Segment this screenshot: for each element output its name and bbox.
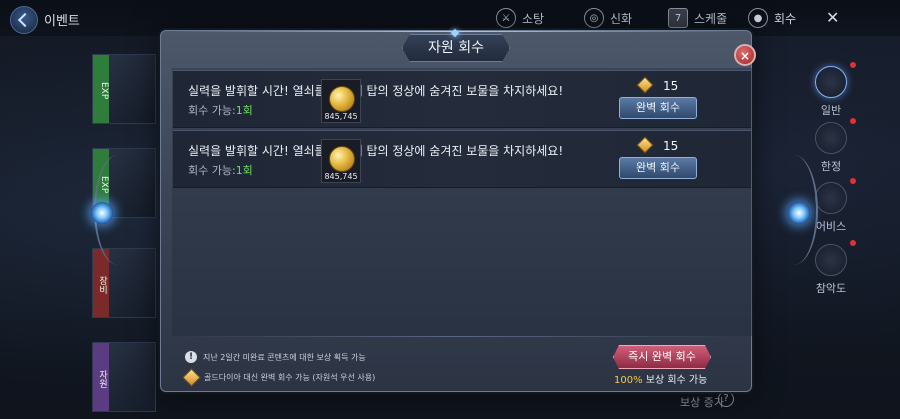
nav-myth[interactable]: ◎ 신화 [584, 8, 632, 28]
hell-icon [815, 244, 847, 276]
tab-hell[interactable]: 참악도 [805, 244, 857, 296]
row-cost: 15 [636, 76, 679, 94]
store-icon: ⚔ [496, 8, 516, 28]
reward-quantity: 845,745 [324, 172, 358, 181]
tab-abyss-label: 어비스 [815, 220, 847, 233]
tab-limited-label: 한정 [820, 160, 842, 173]
gold-note: 골드다이아 대신 완벽 회수 가능 (자원석 우선 사용) [182, 368, 376, 387]
nav-myth-label: 신화 [610, 11, 633, 26]
notification-dot [850, 178, 856, 184]
row-cost-value: 15 [663, 79, 679, 93]
event-card[interactable]: EXP [92, 54, 156, 124]
row-count-label: 회수 가능: [188, 104, 236, 117]
row-count: 회수 가능:1회 [188, 162, 253, 178]
reward-item[interactable]: 845,745 [321, 79, 361, 123]
tab-general[interactable]: 일반 [805, 66, 857, 118]
reward-quantity: 845,745 [324, 112, 358, 121]
back-button[interactable] [10, 6, 38, 34]
modal-title: 자원 회수 [402, 34, 510, 62]
notification-dot [850, 62, 856, 68]
nav-recover[interactable]: ● 회수 [748, 8, 796, 28]
gold-coin-icon [329, 146, 355, 172]
gold-note-text: 골드다이아 대신 완벽 회수 가능 (자원석 우선 사용) [204, 373, 376, 382]
row-cost: 15 [636, 136, 679, 154]
nav-recover-label: 회수 [774, 11, 797, 26]
perfect-recover-button[interactable]: 완벽 회수 [619, 97, 697, 119]
recovery-row: 실력을 발휘할 시간! 열쇠를 사용해 탑의 정상에 숨겨진 보물을 차지하세요… [173, 130, 751, 188]
abyss-icon [815, 182, 847, 214]
nav-schedule-label: 스케줄 [694, 11, 728, 26]
nav-store[interactable]: ⚔ 소탕 [496, 8, 544, 28]
help-icon[interactable]: ? [718, 391, 734, 407]
myth-icon: ◎ [584, 8, 604, 28]
gold-coin-icon [329, 86, 355, 112]
nav-store-label: 소탕 [522, 11, 545, 26]
general-icon [815, 66, 847, 98]
event-card-tag: 자원 [93, 343, 109, 411]
page-title: 이벤트 [44, 14, 80, 29]
gold-diamond-icon [182, 368, 201, 387]
nav-schedule[interactable]: 7 스케줄 [668, 8, 727, 28]
recovery-row: 실력을 발휘할 시간! 열쇠를 사용해 탑의 정상에 숨겨진 보물을 차지하세요… [173, 70, 751, 128]
close-icon[interactable]: ✕ [826, 8, 839, 27]
recover-icon: ● [748, 8, 768, 28]
notification-dot [850, 118, 856, 124]
notification-dot [850, 240, 856, 246]
reward-item[interactable]: 845,745 [321, 139, 361, 183]
row-count: 회수 가능:1회 [188, 102, 253, 118]
gold-diamond-icon [636, 76, 654, 94]
perfect-recover-button[interactable]: 완벽 회수 [619, 157, 697, 179]
row-description: 실력을 발휘할 시간! 열쇠를 사용해 탑의 정상에 숨겨진 보물을 차지하세요… [188, 84, 564, 98]
tab-general-label: 일반 [820, 104, 842, 117]
instant-recover-info: 100% 보상 회수 가능 [614, 371, 707, 386]
divider [176, 336, 736, 337]
row-cost-value: 15 [663, 139, 679, 153]
info-note-text: 지난 2일간 미완료 콘텐츠에 대한 보상 획득 가능 [203, 352, 366, 362]
glow-orb-icon [788, 202, 810, 224]
info-note: ! 지난 2일간 미완료 콘텐츠에 대한 보상 획득 가능 [185, 351, 366, 363]
event-card[interactable]: 자원 [92, 342, 156, 412]
tab-limited[interactable]: 한정 [805, 122, 857, 174]
row-count-value: 1회 [235, 104, 253, 117]
event-card-tag: EXP [93, 55, 109, 123]
row-count-value: 1회 [235, 164, 253, 177]
tab-hell-label: 참악도 [815, 282, 847, 295]
instant-recover-percent: 100% [614, 375, 643, 386]
row-description: 실력을 발휘할 시간! 열쇠를 사용해 탑의 정상에 숨겨진 보물을 차지하세요… [188, 144, 564, 158]
limited-icon [815, 122, 847, 154]
instant-recover-suffix: 보상 회수 가능 [642, 375, 708, 386]
gold-diamond-icon [636, 136, 654, 154]
glow-orb-icon [91, 202, 113, 224]
instant-perfect-recover-button[interactable]: 즉시 완벽 회수 [613, 345, 711, 369]
modal-close-button[interactable]: × [734, 44, 756, 66]
row-count-label: 회수 가능: [188, 164, 236, 177]
calendar-icon: 7 [668, 8, 688, 28]
info-icon: ! [185, 351, 197, 363]
